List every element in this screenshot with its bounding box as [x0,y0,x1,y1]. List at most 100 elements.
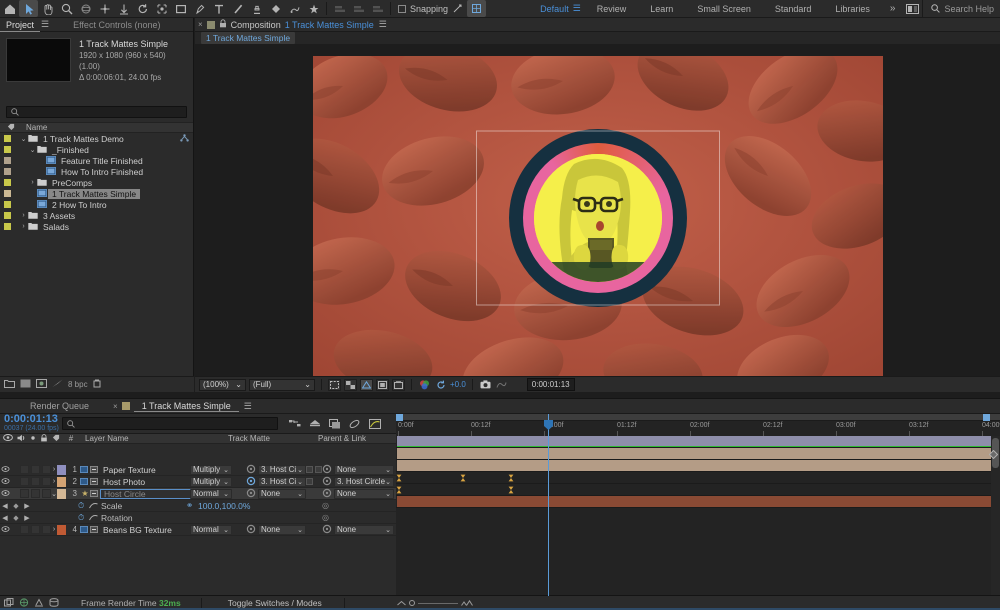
keyframe-marker[interactable] [508,474,514,482]
hide-shy-layers-icon[interactable] [328,417,341,430]
layer-audio-toggle[interactable] [20,477,29,486]
timeline-current-time[interactable]: 0:00:01:13 00037 (24.00 fps) [0,415,62,433]
project-item-row[interactable]: 1 Track Mattes Simple [0,188,193,199]
comp-marker-icon[interactable] [989,450,998,461]
orbit-tool[interactable] [76,0,95,17]
lock-icon[interactable] [219,19,227,30]
project-panel-menu-icon[interactable]: ☰ [41,19,49,30]
keyframe-marker[interactable] [396,486,402,494]
puppet-pin-tool[interactable] [304,0,323,17]
layer-audio-toggle[interactable] [20,489,29,498]
selection-bounding-box[interactable] [476,131,720,306]
project-search-input[interactable] [6,106,187,118]
keyframe-toggle-icon[interactable]: ◆ [10,502,22,510]
layer-color-swatch[interactable] [57,489,66,499]
workspace-tab-standard[interactable]: Standard [763,0,824,18]
matte-alpha-toggle[interactable] [315,466,322,473]
timeline-keyframe-row[interactable] [396,472,1000,484]
project-item-row[interactable]: Feature Title Finished [0,155,193,166]
graph-editor-icon[interactable] [368,417,381,430]
render-queue-icon[interactable] [4,598,14,609]
work-area-bar[interactable] [396,414,1000,421]
timeline-property-row[interactable]: ◀◆▶⏱Rotation◎ [0,512,396,524]
track-matte-select[interactable]: None⌄ [258,525,306,535]
3d-view-icon[interactable] [392,379,405,391]
toggle-mask-icon[interactable] [360,379,373,391]
graph-icon[interactable] [89,513,101,523]
property-parent-pickwhip[interactable]: ◎ [322,513,329,522]
zoom-slider-knob[interactable] [409,600,415,606]
parent-pickwhip[interactable] [322,476,332,488]
composition-subtab[interactable]: 1 Track Mattes Simple [201,32,295,44]
hand-tool[interactable] [38,0,57,17]
layer-lock-toggle[interactable] [42,525,51,534]
stopwatch-icon[interactable]: ⏱ [78,501,89,511]
channel-icon[interactable] [418,379,431,391]
timeline-layer-row[interactable]: ›4Beans BG TextureNormal⌄None⌄None⌄ [0,524,396,536]
toggle-switches-modes-button[interactable]: Toggle Switches / Modes [228,598,322,608]
timeline-track-row[interactable] [396,448,1000,460]
show-snapshot-icon[interactable] [495,379,508,391]
timeline-layer-row[interactable]: ›2Host PhotoMultiply⌄3. Host Ci⌄3. Host … [0,476,396,488]
close-icon[interactable]: × [198,20,203,29]
region-of-interest-icon[interactable] [328,379,341,391]
timeline-layer-row[interactable]: ⌄3★Host CircleNormal⌄None⌄None⌄ [0,488,396,500]
layer-audio-toggle[interactable] [20,525,29,534]
disclosure-triangle[interactable]: › [28,179,37,186]
timeline-property-row[interactable]: ◀◆▶⏱Scale⚭100.0,100.0%◎ [0,500,396,512]
magnification-select[interactable]: (100%)⌄ [199,379,246,391]
brush-tool[interactable] [228,0,247,17]
snapping-control[interactable]: Snapping [394,4,448,14]
layer-duration-bar[interactable] [397,460,996,471]
snapshot-icon[interactable] [479,379,492,391]
rotation-tool[interactable] [133,0,152,17]
work-area-start-handle[interactable] [396,414,403,421]
tab-project[interactable]: Project [0,18,40,32]
layer-blend-mode-select[interactable]: Normal⌄ [190,525,232,535]
snap-point-icon[interactable] [448,0,467,17]
workspace-layout-icon[interactable] [903,0,922,17]
label-color-swatch[interactable] [4,168,11,175]
layer-duration-bar[interactable] [397,448,996,459]
disclosure-triangle[interactable]: › [19,212,28,219]
draft-3d-icon[interactable] [308,417,321,430]
project-item-row[interactable]: 2 How To Intro [0,199,193,210]
zoom-slider-track[interactable] [418,603,458,604]
type-tool[interactable] [209,0,228,17]
track-matte-select[interactable]: None⌄ [258,489,306,499]
timeline-layer-row[interactable]: ›1Paper TextureMultiply⌄3. Host Ci⌄None⌄ [0,464,396,476]
label-color-swatch[interactable] [4,212,11,219]
pan-behind-tool[interactable] [95,0,114,17]
project-item-row[interactable]: ⌄1 Track Mattes Demo [0,133,193,144]
workspace-tab-learn[interactable]: Learn [638,0,685,18]
layer-color-swatch[interactable] [57,525,66,535]
track-matte-pickwhip[interactable] [246,524,256,536]
layer-solo-toggle[interactable] [31,465,40,474]
property-link-icon[interactable]: ⚭ [186,500,193,511]
property-value[interactable]: 100.0,100.0% [198,501,250,511]
timeline-track-row[interactable] [396,460,1000,472]
keyframe-toggle-icon[interactable]: ◆ [10,514,22,522]
timeline-track-row[interactable] [396,436,1000,448]
time-ruler[interactable]: 0:00f00:12f01:00f01:12f02:00f02:12f03:00… [396,414,1000,436]
layer-visibility-toggle[interactable] [0,477,11,486]
layer-visibility-toggle[interactable] [0,525,11,534]
label-color-swatch[interactable] [4,135,11,142]
draft-icon[interactable] [19,598,29,609]
layer-color-swatch[interactable] [57,477,66,487]
layer-visibility-toggle[interactable] [0,489,11,498]
clone-stamp-tool[interactable] [247,0,266,17]
tab-render-queue[interactable]: Render Queue [22,401,97,411]
interpret-footage-icon[interactable] [52,379,63,390]
timeline-panel-menu-icon[interactable]: ☰ [244,401,252,412]
keyframe-prev-arrow[interactable]: ◀ [0,514,10,522]
current-time-indicator[interactable] [548,414,549,596]
timeline-search-input[interactable] [62,417,278,430]
bit-depth-label[interactable]: 8 bpc [68,380,88,389]
layer-duration-bars[interactable] [396,436,1000,596]
composition-panel-menu-icon[interactable]: ☰ [379,19,387,30]
parent-link-select[interactable]: None⌄ [334,489,394,499]
layer-blend-mode-select[interactable]: Normal⌄ [190,489,232,499]
layer-color-swatch[interactable] [57,465,66,475]
layer-solo-toggle[interactable] [31,489,40,498]
